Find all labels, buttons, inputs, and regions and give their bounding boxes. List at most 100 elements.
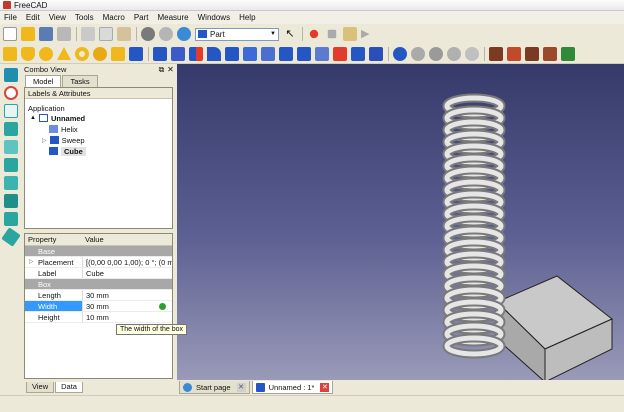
menu-tools[interactable]: Tools (75, 13, 94, 22)
print-icon[interactable] (57, 27, 71, 41)
cross-sections-icon[interactable] (333, 46, 347, 61)
cylinder-icon[interactable] (21, 46, 35, 61)
property-row-width[interactable]: Width 30 mm (25, 301, 172, 312)
torus-icon[interactable] (75, 46, 89, 61)
property-value[interactable]: Cube (82, 268, 172, 278)
copy-icon[interactable] (99, 27, 113, 41)
fillet-icon[interactable] (207, 46, 221, 61)
menu-windows[interactable]: Windows (198, 13, 230, 22)
measure-angular-icon[interactable] (507, 46, 521, 61)
bottom-view-icon[interactable] (4, 194, 18, 208)
compound-icon[interactable] (465, 46, 479, 61)
mirror-icon[interactable] (189, 46, 203, 61)
cube-shape[interactable] (496, 275, 613, 380)
right-view-icon[interactable] (4, 158, 18, 172)
menu-help[interactable]: Help (239, 13, 255, 22)
close-icon[interactable]: ✕ (166, 65, 175, 74)
fuse-icon[interactable] (429, 46, 443, 61)
save-icon[interactable] (39, 27, 53, 41)
tab-view[interactable]: View (26, 382, 55, 393)
new-icon[interactable] (3, 27, 17, 41)
menu-file[interactable]: File (4, 13, 17, 22)
offset-icon[interactable] (351, 46, 365, 61)
undo-icon[interactable] (141, 27, 155, 41)
property-value[interactable]: 30 mm (82, 290, 172, 300)
property-value[interactable]: 30 mm (86, 302, 109, 311)
collapse-icon[interactable]: ▲ (30, 115, 36, 121)
tube-icon[interactable] (93, 46, 107, 61)
cut-icon[interactable] (81, 27, 95, 41)
isometric-view-icon[interactable] (4, 104, 18, 118)
application-label: Application (28, 103, 65, 113)
chamfer-icon[interactable] (225, 46, 239, 61)
tab-tasks[interactable]: Tasks (62, 75, 98, 87)
refresh-icon[interactable] (177, 27, 191, 41)
expand-icon[interactable]: ▷ (42, 137, 47, 144)
float-icon[interactable]: ⧉ (157, 65, 166, 75)
front-view-icon[interactable] (4, 122, 18, 136)
property-row-height[interactable]: Height 10 mm (25, 312, 172, 323)
rear-view-icon[interactable] (4, 176, 18, 190)
common-icon[interactable] (447, 46, 461, 61)
cut-bool-icon[interactable] (411, 46, 425, 61)
edit-macro-icon[interactable] (343, 27, 357, 41)
ruled-surface-icon[interactable] (261, 46, 275, 61)
part-toolbar (0, 44, 624, 64)
sphere-icon[interactable] (39, 46, 53, 61)
menu-macro[interactable]: Macro (103, 13, 125, 22)
draw-style-icon[interactable] (4, 86, 18, 100)
stop-macro-icon[interactable] (327, 29, 337, 39)
property-row-label[interactable]: Label Cube (25, 268, 172, 279)
sweep-icon[interactable] (297, 46, 311, 61)
property-value[interactable]: 10 mm (82, 312, 172, 322)
3d-viewport[interactable] (177, 64, 624, 380)
tab-data[interactable]: Data (55, 382, 83, 393)
record-macro-icon[interactable] (309, 29, 319, 39)
section-icon[interactable] (315, 46, 329, 61)
tree-item-helix[interactable]: Helix (49, 124, 78, 134)
loft-icon[interactable] (279, 46, 293, 61)
menu-part[interactable]: Part (134, 13, 149, 22)
measure-linear-icon[interactable] (489, 46, 503, 61)
menu-edit[interactable]: Edit (26, 13, 40, 22)
expand-icon[interactable]: ▷ (29, 257, 34, 268)
sweep-coil[interactable] (442, 93, 506, 359)
property-row-length[interactable]: Length 30 mm (25, 290, 172, 301)
extrude-icon[interactable] (153, 46, 167, 61)
close-icon[interactable]: ✕ (236, 382, 246, 392)
measure-toggle-icon[interactable] (543, 46, 557, 61)
make-face-icon[interactable] (243, 46, 257, 61)
tree-item-cube[interactable]: Cube (49, 146, 86, 156)
tree-item-sweep[interactable]: ▷ Sweep (42, 135, 85, 145)
cone-icon[interactable] (57, 47, 71, 60)
tab-model[interactable]: Model (25, 75, 62, 87)
view-fit-icon[interactable] (4, 68, 18, 82)
menu-view[interactable]: View (49, 13, 66, 22)
paste-icon[interactable] (117, 27, 131, 41)
box-icon[interactable] (3, 46, 17, 61)
measure-delta-icon[interactable] (561, 46, 575, 61)
whats-this-icon[interactable]: ↖ (283, 27, 297, 41)
measure-icon[interactable] (1, 227, 21, 247)
tab-unnamed[interactable]: Unnamed : 1* ✕ (251, 381, 334, 394)
property-row-placement[interactable]: ▷ Placement [(0,00 0,00 1,00); 0 °; (0 m.… (25, 257, 172, 268)
tree-document[interactable]: ▲ Unnamed (30, 113, 85, 123)
thickness-icon[interactable] (369, 46, 383, 61)
primitives-icon[interactable] (111, 46, 125, 61)
workbench-selector[interactable]: Part ▼ (195, 27, 279, 41)
property-value[interactable]: [(0,00 0,00 1,00); 0 °; (0 m... (82, 257, 172, 267)
menu-measure[interactable]: Measure (157, 13, 188, 22)
tab-label: Start page (196, 382, 231, 392)
tab-start-page[interactable]: Start page ✕ (179, 381, 250, 394)
revolve-icon[interactable] (171, 46, 185, 61)
close-icon[interactable]: ✕ (320, 382, 330, 392)
shape-builder-icon[interactable] (129, 46, 143, 61)
property-name: Height (38, 313, 60, 322)
measure-clear-icon[interactable] (525, 46, 539, 61)
redo-icon[interactable] (159, 27, 173, 41)
run-macro-icon[interactable]: ▶ (361, 27, 375, 41)
top-view-icon[interactable] (4, 140, 18, 154)
left-view-icon[interactable] (4, 212, 18, 226)
boolean-icon[interactable] (393, 46, 407, 61)
open-icon[interactable] (21, 27, 35, 41)
